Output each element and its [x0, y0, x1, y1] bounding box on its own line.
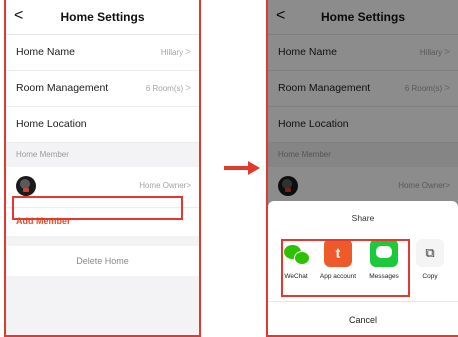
share-screen: < Home Settings Home Name Hillary > Room … [266, 0, 458, 337]
home-member-section: Home Member [6, 143, 199, 167]
avatar [16, 176, 36, 196]
chevron-right-icon: > [185, 47, 191, 58]
room-management-label: Room Management [16, 82, 109, 94]
delete-home-button[interactable]: Delete Home [6, 246, 199, 276]
copy-icon: ⧉ [416, 239, 444, 267]
chevron-right-icon: > [185, 83, 191, 94]
delete-home-label: Delete Home [76, 256, 129, 266]
page-title: Home Settings [60, 10, 145, 24]
room-count-value: 6 Room(s) > [145, 83, 191, 94]
member-role: Home Owner> [139, 181, 191, 190]
home-name-value: Hillary > [160, 47, 191, 58]
highlight-box [281, 239, 410, 297]
chevron-right-icon: > [186, 181, 191, 190]
share-copy[interactable]: ⧉ Copy [410, 239, 450, 280]
cancel-button[interactable]: Cancel [268, 315, 458, 325]
share-label: Copy [422, 273, 438, 280]
section-heading: Home Member [16, 150, 69, 159]
divider [268, 301, 458, 302]
share-sheet: Share WeChat t App account Messages ⧉ Co… [268, 201, 458, 335]
highlight-box [12, 196, 183, 220]
share-more[interactable] [454, 239, 458, 267]
home-settings-screen: < Home Settings Home Name Hillary > Room … [4, 0, 201, 337]
home-location-label: Home Location [16, 118, 87, 130]
home-location-row[interactable]: Home Location [6, 107, 199, 143]
share-title: Share [351, 213, 375, 223]
top-bar: < Home Settings [6, 0, 199, 35]
room-management-row[interactable]: Room Management 6 Room(s) > [6, 71, 199, 107]
home-name-label: Home Name [16, 46, 75, 58]
home-name-row[interactable]: Home Name Hillary > [6, 35, 199, 71]
arrow-right-icon [224, 161, 260, 175]
